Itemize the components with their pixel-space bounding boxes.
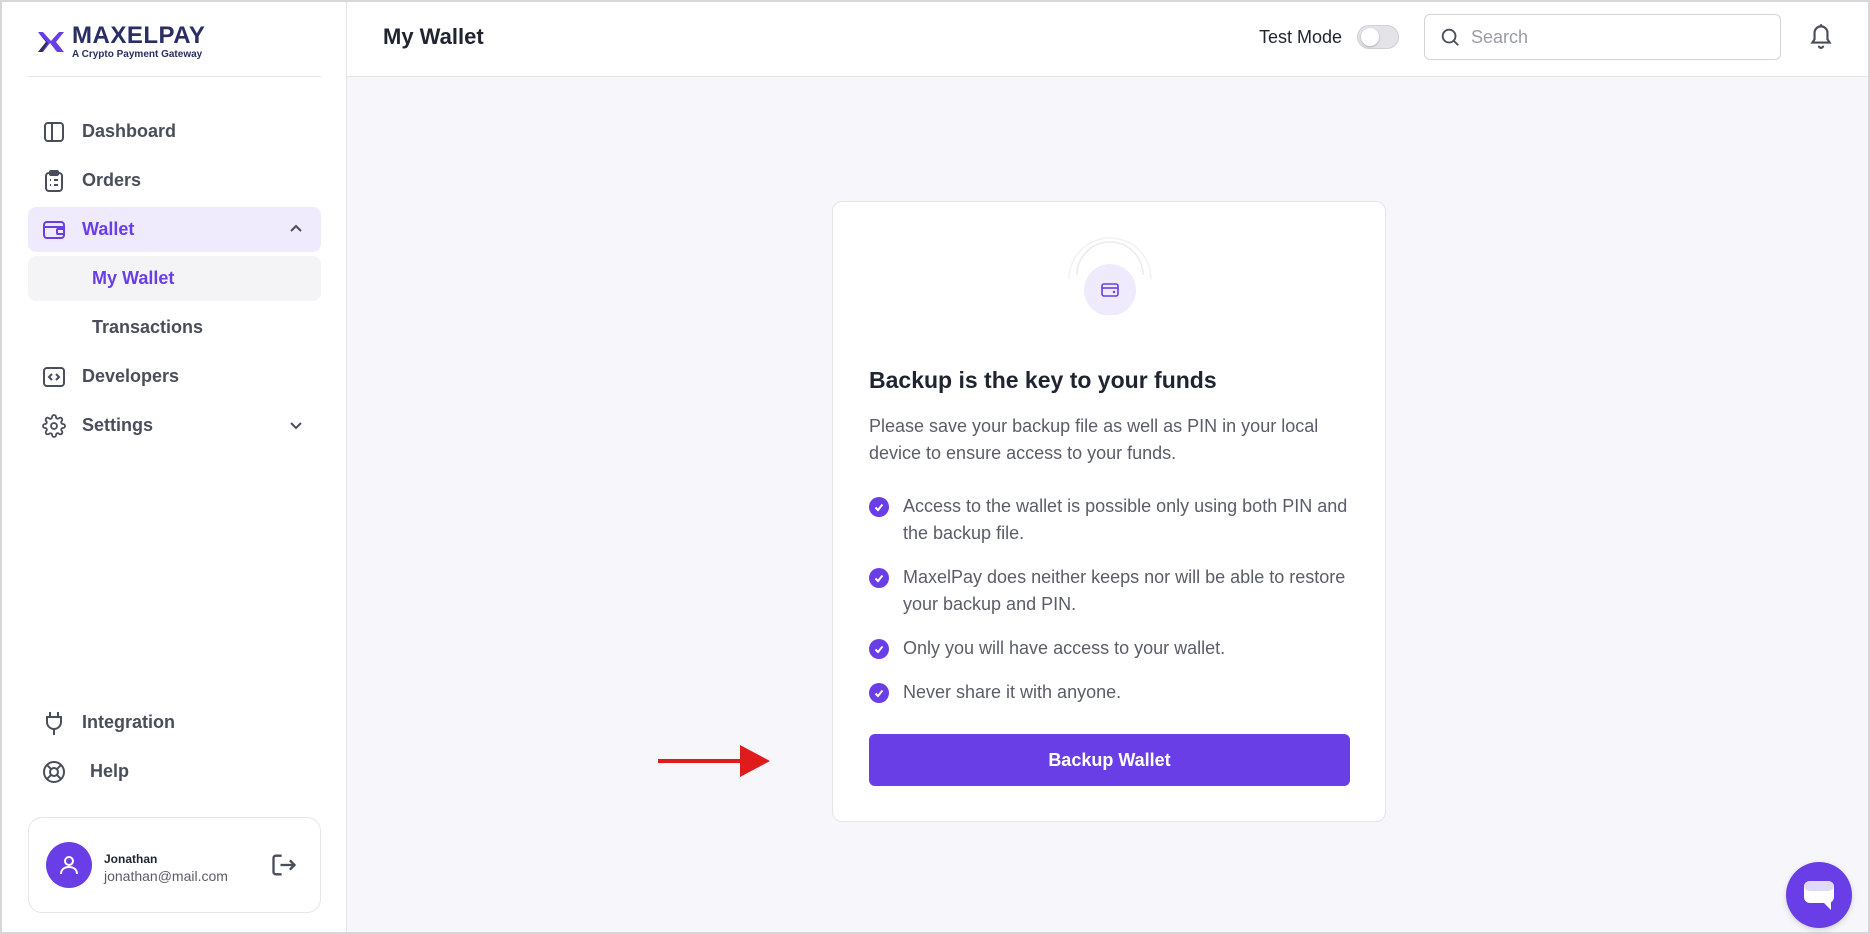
list-item: Access to the wallet is possible only us… (869, 493, 1359, 547)
top-header: My Wallet Test Mode (347, 2, 1868, 77)
user-email: jonathan@mail.com (104, 868, 228, 884)
sidebar-item-label: Transactions (92, 317, 204, 337)
chevron-up-icon[interactable] (287, 220, 305, 238)
lifebuoy-icon (42, 760, 66, 784)
dashboard-icon (42, 120, 66, 144)
sidebar-item-transactions[interactable]: Transactions (28, 305, 321, 350)
sidebar-nav: Dashboard Orders Wallet My Wallet Transa… (28, 109, 321, 452)
brand-tagline: A Crypto Payment Gateway (72, 49, 203, 60)
brand-name: MAXELPAY (72, 22, 206, 49)
red-arrow-icon (658, 745, 770, 777)
plug-icon (42, 711, 66, 735)
check-circle-icon (869, 639, 889, 659)
list-item: Never share it with anyone. (869, 679, 1359, 706)
wallet-icon (1068, 237, 1152, 315)
card-description: Please save your backup file as well as … (869, 416, 1319, 463)
sidebar-item-integration[interactable]: Integration (28, 700, 321, 745)
card-title: Backup is the key to your funds (869, 367, 1217, 393)
sidebar-item-label: Developers (82, 366, 180, 386)
sidebar-item-label: My Wallet (92, 268, 175, 288)
list-item: MaxelPay does neither keeps nor will be … (869, 564, 1359, 618)
search-box (1424, 14, 1781, 60)
checklist: Access to the wallet is possible only us… (869, 493, 1359, 723)
maxelpay-logo-icon (38, 32, 64, 52)
brand-logo[interactable]: MAXELPAY A Crypto Payment Gateway (36, 22, 205, 62)
toggle-knob (1361, 28, 1379, 46)
wallet-icon (42, 218, 66, 242)
test-mode-toggle[interactable] (1357, 25, 1399, 49)
orders-icon (42, 169, 66, 193)
search-input[interactable] (1471, 26, 1761, 48)
test-mode-label: Test Mode (1259, 27, 1343, 47)
list-item-text: Never share it with anyone. (903, 682, 1122, 702)
sidebar-item-developers[interactable]: Developers (28, 354, 321, 399)
sidebar-item-orders[interactable]: Orders (28, 158, 321, 203)
list-item-text: Only you will have access to your wallet… (903, 638, 1226, 658)
check-circle-icon (869, 683, 889, 703)
user-card: Jonathan jonathan@mail.com (28, 817, 321, 913)
user-name: Jonathan (104, 852, 158, 866)
gear-icon (42, 413, 66, 438)
sidebar: MAXELPAY A Crypto Payment Gateway Dashbo… (2, 2, 347, 932)
sidebar-item-label: Settings (82, 415, 154, 435)
avatar[interactable] (46, 842, 92, 888)
page-title: My Wallet (383, 24, 484, 49)
sidebar-item-label: Dashboard (82, 121, 177, 141)
search-icon (1441, 28, 1459, 46)
list-item-text: MaxelPay does neither keeps nor will be … (903, 567, 1346, 614)
sidebar-item-wallet[interactable]: Wallet (28, 207, 321, 252)
sidebar-item-dashboard[interactable]: Dashboard (28, 109, 321, 154)
chat-bubble-icon (1804, 881, 1834, 910)
sidebar-item-label: Integration (82, 712, 175, 732)
sidebar-item-label: Orders (82, 170, 142, 190)
chevron-down-icon[interactable] (287, 416, 305, 434)
sidebar-item-help[interactable]: Help (28, 749, 321, 794)
logout-icon[interactable] (270, 851, 298, 879)
sidebar-item-label: Wallet (82, 219, 135, 239)
sidebar-item-label: Help (90, 761, 130, 781)
list-item: Only you will have access to your wallet… (869, 635, 1359, 662)
check-circle-icon (869, 497, 889, 517)
backup-wallet-button[interactable]: Backup Wallet (869, 734, 1350, 786)
list-item-text: Access to the wallet is possible only us… (903, 496, 1348, 543)
sidebar-bottom-nav: Integration Help (28, 700, 321, 798)
sidebar-item-my-wallet[interactable]: My Wallet (28, 256, 321, 301)
backup-card: Backup is the key to your funds Please s… (832, 201, 1386, 822)
chat-button[interactable] (1786, 862, 1852, 928)
user-icon (60, 856, 78, 875)
code-icon (42, 365, 66, 389)
check-circle-icon (869, 568, 889, 588)
divider (28, 76, 321, 77)
sidebar-item-settings[interactable]: Settings (28, 403, 321, 448)
notification-bell-icon[interactable] (1808, 21, 1834, 49)
